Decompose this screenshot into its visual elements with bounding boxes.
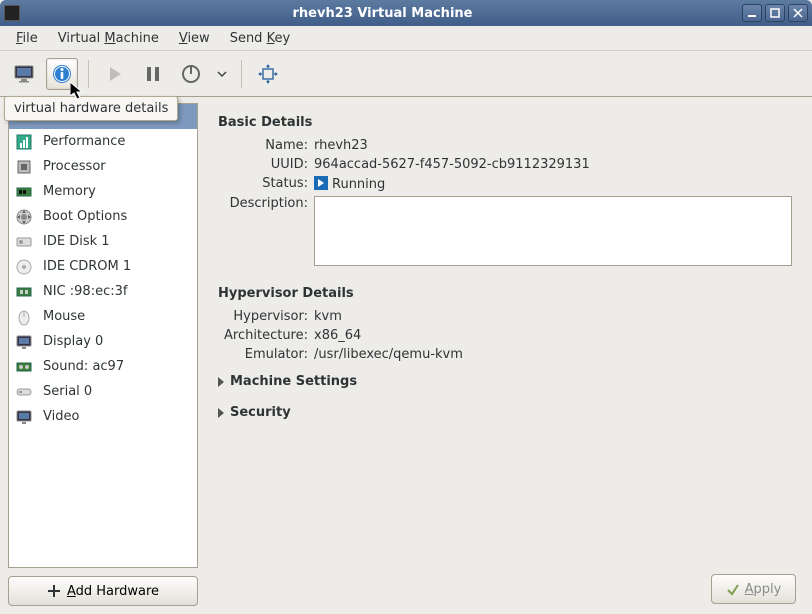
sidebar-item-memory[interactable]: Memory [9,179,197,204]
uuid-value: 964accad-5627-f457-5092-cb9112329131 [314,157,792,172]
plus-icon [47,584,61,598]
run-button[interactable] [99,58,131,90]
status-value: Running [314,176,792,192]
hw-icon [15,333,33,351]
name-label: Name: [218,138,314,153]
uuid-label: UUID: [218,157,314,172]
running-icon [314,176,328,190]
window-close-button[interactable] [788,4,808,22]
fullscreen-icon [257,63,279,85]
toolbar-separator [241,60,242,88]
content-area: OverviewPerformanceProcessorMemoryBoot O… [0,97,812,614]
menu-file[interactable]: File [8,29,46,48]
add-hardware-button[interactable]: Add Hardware [8,576,198,606]
titlebar: rhevh23 Virtual Machine [0,0,812,26]
sidebar-item-boot-options[interactable]: Boot Options [9,204,197,229]
hardware-list[interactable]: OverviewPerformanceProcessorMemoryBoot O… [8,103,198,568]
sidebar-item-nic-98-ec-3f[interactable]: NIC :98:ec:3f [9,279,197,304]
menu-virtual-machine[interactable]: Virtual Machine [50,29,167,48]
expand-arrow-icon [218,408,224,418]
sidebar-item-label: IDE Disk 1 [43,234,110,249]
hw-icon [15,158,33,176]
toolbar-separator [88,60,89,88]
hw-icon [15,233,33,251]
security-expander[interactable]: Security [218,405,792,420]
sidebar-item-display-0[interactable]: Display 0 [9,329,197,354]
sidebar-item-ide-cdrom-1[interactable]: IDE CDROM 1 [9,254,197,279]
sidebar-item-label: Mouse [43,309,85,324]
sidebar-item-label: Serial 0 [43,384,92,399]
hypervisor-value: kvm [314,309,792,324]
apply-button[interactable]: Apply [711,574,796,604]
pause-icon [144,65,162,83]
hw-icon [15,383,33,401]
fullscreen-button[interactable] [252,58,284,90]
chevron-down-icon [216,68,228,80]
architecture-value: x86_64 [314,328,792,343]
shutdown-menu-button[interactable] [213,58,231,90]
tooltip: virtual hardware details [4,96,178,121]
hw-icon [15,408,33,426]
window-title: rhevh23 Virtual Machine [26,6,739,21]
sidebar-item-processor[interactable]: Processor [9,154,197,179]
menubar: File Virtual Machine View Send Key [0,26,812,51]
apply-icon [726,582,740,596]
hw-icon [15,358,33,376]
play-icon [106,65,124,83]
app-icon [4,5,20,21]
add-hardware-label: Add Hardware [67,584,159,599]
description-input[interactable] [314,196,792,266]
window-maximize-button[interactable] [765,4,785,22]
emulator-label: Emulator: [218,347,314,362]
detail-pane: Basic Details Name:rhevh23 UUID:964accad… [206,97,812,614]
sidebar: OverviewPerformanceProcessorMemoryBoot O… [0,97,206,614]
sidebar-item-performance[interactable]: Performance [9,129,197,154]
sidebar-item-sound-ac97[interactable]: Sound: ac97 [9,354,197,379]
sidebar-item-label: Display 0 [43,334,103,349]
hw-icon [15,308,33,326]
menu-send-key[interactable]: Send Key [222,29,298,48]
sidebar-item-label: Memory [43,184,96,199]
architecture-label: Architecture: [218,328,314,343]
name-value: rhevh23 [314,138,792,153]
power-icon [181,64,201,84]
expand-arrow-icon [218,377,224,387]
sidebar-item-label: Boot Options [43,209,127,224]
info-icon [51,63,73,85]
status-label: Status: [218,176,314,191]
hw-icon [15,258,33,276]
basic-details-title: Basic Details [218,115,792,130]
sidebar-item-ide-disk-1[interactable]: IDE Disk 1 [9,229,197,254]
menu-view[interactable]: View [171,29,218,48]
sidebar-item-video[interactable]: Video [9,404,197,429]
sidebar-item-label: Sound: ac97 [43,359,124,374]
hw-icon [15,133,33,151]
description-label: Description: [218,196,314,211]
monitor-icon [13,64,35,84]
console-button[interactable] [8,58,40,90]
sidebar-item-label: Performance [43,134,125,149]
sidebar-item-label: Processor [43,159,106,174]
emulator-value: /usr/libexec/qemu-kvm [314,347,792,362]
details-button[interactable] [46,58,78,90]
machine-settings-expander[interactable]: Machine Settings [218,374,792,389]
sidebar-item-label: IDE CDROM 1 [43,259,131,274]
sidebar-item-mouse[interactable]: Mouse [9,304,197,329]
sidebar-item-label: NIC :98:ec:3f [43,284,127,299]
hypervisor-details-title: Hypervisor Details [218,286,792,301]
apply-label: Apply [745,582,782,597]
hw-icon [15,283,33,301]
hw-icon [15,208,33,226]
sidebar-item-label: Video [43,409,79,424]
hw-icon [15,183,33,201]
sidebar-item-serial-0[interactable]: Serial 0 [9,379,197,404]
toolbar [0,51,812,97]
window-minimize-button[interactable] [742,4,762,22]
pause-button[interactable] [137,58,169,90]
shutdown-button[interactable] [175,58,207,90]
hypervisor-label: Hypervisor: [218,309,314,324]
